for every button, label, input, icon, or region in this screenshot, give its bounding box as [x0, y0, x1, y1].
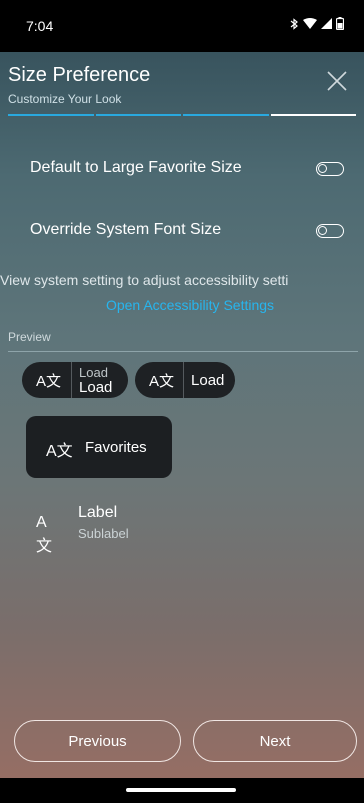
close-button[interactable]	[324, 68, 350, 94]
navigation-bar	[0, 778, 364, 803]
wifi-icon	[303, 17, 317, 35]
step-progress	[8, 114, 356, 117]
translate-icon: A文	[36, 514, 53, 555]
preview-label: Preview	[8, 330, 51, 344]
open-accessibility-settings-link[interactable]: Open Accessibility Settings	[0, 297, 364, 313]
progress-step-1	[8, 114, 94, 116]
override-font-toggle[interactable]	[316, 224, 344, 238]
accessibility-info-text: View system setting to adjust accessibil…	[0, 272, 289, 288]
top-app-bar: Size Preference Customize Your Look	[0, 52, 364, 116]
page-title: Size Preference	[8, 64, 151, 86]
battery-icon	[335, 17, 345, 35]
size-preference-screen: 7:04 Size Preference Customize Your Look	[0, 0, 364, 803]
chip-line-1: Load	[79, 365, 108, 380]
status-bar: 7:04	[0, 0, 364, 52]
toggle-knob	[318, 226, 327, 235]
item-sublabel: Sublabel	[78, 526, 129, 541]
progress-step-3	[183, 114, 269, 116]
progress-step-2	[95, 114, 181, 116]
status-time: 7:04	[26, 18, 54, 34]
preview-favorite-tile[interactable]: A文 Favorites	[26, 416, 172, 478]
preview-chip-single[interactable]: A文 Load	[135, 362, 235, 398]
toggle-knob	[318, 164, 327, 173]
close-icon	[327, 71, 347, 91]
chip-separator	[71, 362, 73, 398]
next-button[interactable]: Next	[193, 720, 357, 762]
translate-icon: A文	[149, 372, 175, 390]
chip-text: Load	[191, 371, 225, 389]
large-favorite-label: Default to Large Favorite Size	[30, 159, 242, 176]
bluetooth-icon	[289, 17, 299, 35]
item-label: Label	[78, 504, 118, 521]
translate-icon: A文	[36, 372, 62, 390]
divider	[8, 351, 358, 352]
translate-icon: A文	[46, 443, 73, 460]
chip-text-stack: Load Load	[79, 365, 112, 395]
page-subtitle: Customize Your Look	[8, 92, 122, 106]
chip-separator	[183, 362, 185, 398]
previous-button[interactable]: Previous	[14, 720, 181, 762]
progress-step-4	[270, 114, 356, 116]
status-icons	[289, 17, 345, 35]
chip-line-2: Load	[79, 379, 113, 396]
home-gesture-handle[interactable]	[126, 788, 236, 792]
large-favorite-toggle[interactable]	[316, 162, 344, 176]
favorite-label: Favorites	[85, 439, 147, 456]
override-font-label: Override System Font Size	[30, 221, 222, 238]
preview-chip-two-line[interactable]: A文 Load Load	[22, 362, 128, 398]
signal-icon	[321, 17, 332, 35]
